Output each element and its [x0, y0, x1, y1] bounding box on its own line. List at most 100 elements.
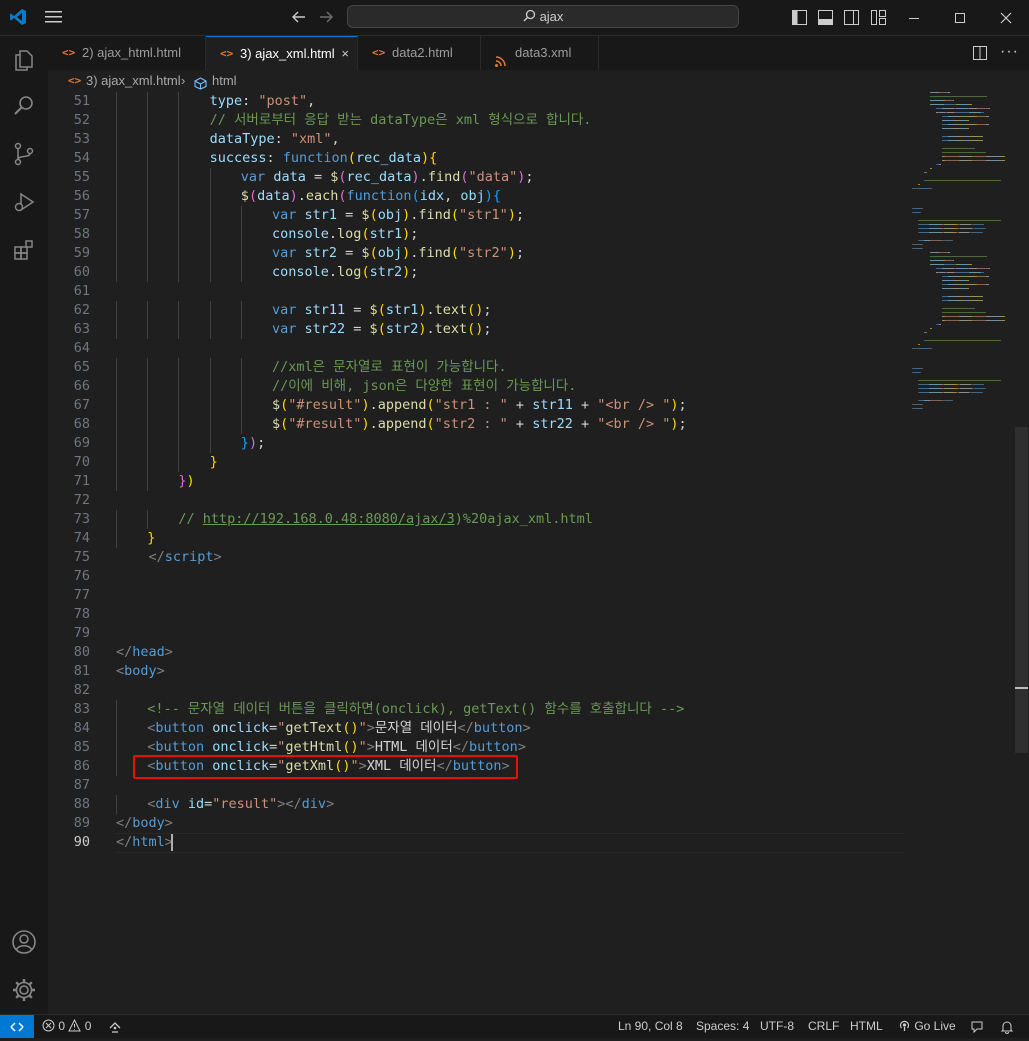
code-token: " — [358, 720, 367, 736]
scrollbar-thumb[interactable] — [1015, 427, 1028, 753]
code-token: button — [155, 720, 205, 736]
minimize-button[interactable] — [891, 0, 937, 35]
code-line[interactable]: 60 console.log(str2); — [48, 263, 908, 282]
command-center-search[interactable]: ajax — [347, 5, 739, 28]
minimap-mark — [939, 252, 948, 253]
toggle-panel-icon[interactable] — [818, 10, 834, 31]
code-line[interactable]: 57 var str1 = $(obj).find("str1"); — [48, 206, 908, 225]
back-arrow-icon[interactable] — [291, 9, 307, 30]
code-line[interactable]: 84 <button onclick="getText()">문자열 데이터</b… — [48, 719, 908, 738]
tab-ajax-xml[interactable]: <> 3) ajax_xml.html × — [206, 36, 358, 71]
code-token: ( — [450, 245, 460, 261]
line-ending[interactable]: CRLF — [808, 1015, 839, 1037]
code-token: id — [179, 796, 205, 812]
code-line[interactable]: 75 </script> — [48, 548, 908, 567]
encoding[interactable]: UTF-8 — [760, 1015, 794, 1037]
code-line[interactable]: 51 type: "post", — [48, 92, 908, 111]
minimap-mark — [948, 300, 956, 301]
code-line[interactable]: 66 //이에 비해, json은 다양한 표현이 가능합니다. — [48, 377, 908, 396]
code-line[interactable]: 65 //xml은 문자열로 표현이 가능합니다. — [48, 358, 908, 377]
code-line[interactable]: 56 $(data).each(function(idx, obj){ — [48, 187, 908, 206]
code-text: //이에 비해, json은 다양한 표현이 가능합니다. — [272, 377, 576, 396]
minimap-mark — [930, 240, 942, 241]
close-tab-icon[interactable]: × — [341, 37, 349, 71]
code-line[interactable]: 79 — [48, 624, 908, 643]
minimap-mark — [945, 156, 959, 157]
notifications-bell-icon[interactable] — [1000, 1019, 1014, 1041]
minimap-mark — [939, 164, 941, 165]
search-view-icon[interactable] — [0, 82, 48, 130]
code-line[interactable]: 52 // 서버로부터 응답 받는 dataType은 xml 형식으로 합니다. — [48, 111, 908, 130]
code-line[interactable]: 76 — [48, 567, 908, 586]
forward-arrow-icon[interactable] — [318, 9, 334, 30]
code-line[interactable]: 74} — [48, 529, 908, 548]
code-line[interactable]: 62 var str11 = $(str1).text(); — [48, 301, 908, 320]
split-editor-icon[interactable] — [972, 45, 988, 66]
code-line[interactable]: 73 // http://192.168.0.48:8080/ajax/3)%20… — [48, 510, 908, 529]
minimap[interactable] — [908, 92, 1014, 1014]
html-file-icon: <> — [220, 47, 234, 60]
code-line[interactable]: 83 <!-- 문자열 데이터 버튼을 클릭하면(onclick), getTex… — [48, 700, 908, 719]
go-live-button[interactable]: Go Live — [898, 1015, 956, 1037]
toggle-secondary-sidebar-icon[interactable] — [844, 10, 860, 31]
maximize-button[interactable] — [937, 0, 983, 35]
code-token: ( — [369, 207, 378, 223]
ports-icon[interactable] — [108, 1019, 122, 1041]
code-line[interactable]: 68 $("#result").append("str2 : " + str22 … — [48, 415, 908, 434]
feedback-icon[interactable] — [970, 1019, 984, 1041]
code-line[interactable]: 78 — [48, 605, 908, 624]
vertical-scrollbar[interactable] — [1014, 92, 1029, 1014]
minimap-mark — [930, 256, 987, 257]
explorer-icon[interactable] — [0, 36, 48, 84]
code-line[interactable]: 80 </head> — [48, 643, 908, 662]
code-line[interactable]: 55 var data = $(rec_data).find("data"); — [48, 168, 908, 187]
code-line[interactable]: 88 <div id="result"></div> — [48, 795, 908, 814]
toggle-sidebar-icon[interactable] — [792, 10, 808, 31]
tab-ajax-html[interactable]: <> 2) ajax_html.html — [48, 36, 206, 70]
breadcrumb-file[interactable]: 3) ajax_xml.html — [86, 70, 181, 92]
code-token: = — [337, 245, 362, 261]
cursor-position[interactable]: Ln 90, Col 8 — [618, 1015, 683, 1037]
error-count: 0 — [58, 1019, 66, 1033]
code-line[interactable]: 67 $("#result").append("str1 : " + str11 … — [48, 396, 908, 415]
code-line[interactable]: 64 — [48, 339, 908, 358]
tab-data2-html[interactable]: <> data2.html — [358, 36, 481, 70]
code-line[interactable]: 77 — [48, 586, 908, 605]
code-line[interactable]: 82 — [48, 681, 908, 700]
tab-data3-xml[interactable]: data3.xml — [481, 36, 599, 70]
code-line[interactable]: 72 — [48, 491, 908, 510]
remote-indicator-icon[interactable] — [0, 1015, 34, 1038]
source-control-icon[interactable] — [0, 130, 48, 178]
run-debug-icon[interactable] — [0, 178, 48, 226]
minimap-mark — [930, 96, 987, 97]
code-line[interactable]: 58 console.log(str1); — [48, 225, 908, 244]
code-line[interactable]: 61 — [48, 282, 908, 301]
language-mode[interactable]: HTML — [850, 1015, 883, 1037]
indentation[interactable]: Spaces: 4 — [696, 1015, 749, 1037]
status-bar: 0 0 Ln 90, Col 8 Spaces: 4 UTF-8 CRLF HT… — [0, 1014, 1029, 1038]
code-line[interactable]: 70} — [48, 453, 908, 472]
indent-guide — [147, 149, 149, 168]
minimap-mark — [961, 316, 971, 317]
code-line[interactable]: 71}) — [48, 472, 908, 491]
settings-gear-icon[interactable] — [0, 966, 48, 1014]
code-token: div — [155, 796, 180, 812]
code-line[interactable]: 63 var str22 = $(str2).text(); — [48, 320, 908, 339]
extensions-icon[interactable] — [0, 226, 48, 274]
customize-layout-icon[interactable] — [871, 10, 887, 31]
breadcrumb-symbol[interactable]: html — [212, 70, 237, 92]
code-line[interactable]: 89 </body> — [48, 814, 908, 833]
code-line[interactable]: 59 var str2 = $(obj).find("str2"); — [48, 244, 908, 263]
code-line[interactable]: 69}); — [48, 434, 908, 453]
close-window-button[interactable] — [983, 0, 1029, 35]
problems-status[interactable]: 0 0 — [42, 1015, 91, 1037]
code-line[interactable]: 54 success: function(rec_data){ — [48, 149, 908, 168]
code-editor[interactable]: 51 type: "post", 52 // 서버로부터 응답 받는 dataType… — [48, 92, 908, 1014]
menu-icon[interactable] — [45, 10, 63, 29]
code-line[interactable]: 81 <body> — [48, 662, 908, 681]
line-number: 56 — [73, 188, 90, 204]
code-line[interactable]: 53 dataType: "xml", — [48, 130, 908, 149]
code-token: : — [242, 93, 259, 109]
account-icon[interactable] — [0, 918, 48, 966]
more-actions-icon[interactable]: ··· — [1000, 43, 1019, 61]
